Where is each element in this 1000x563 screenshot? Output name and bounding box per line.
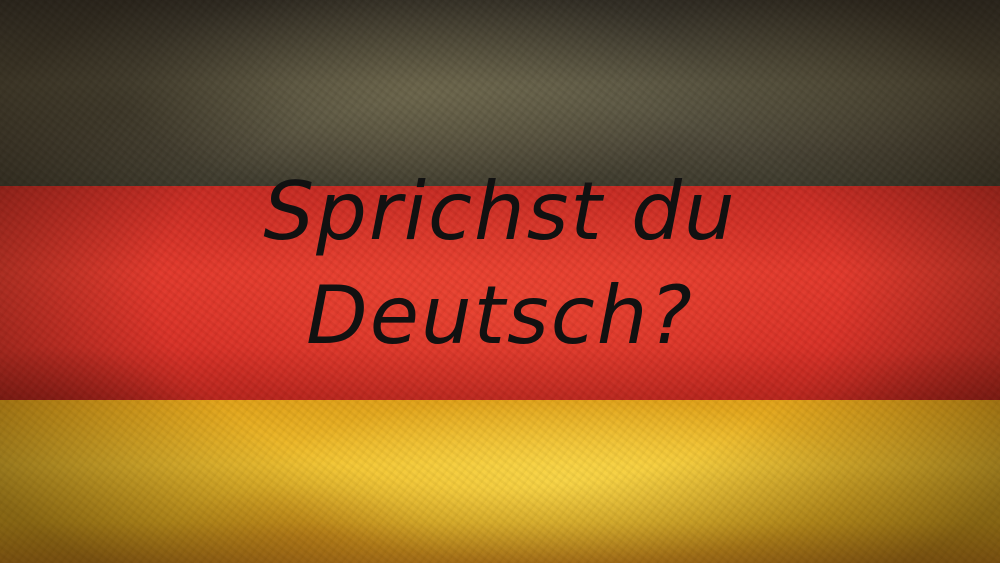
headline-line-2: Deutsch? <box>306 269 694 362</box>
headline: Sprichst du Deutsch? <box>0 160 1000 368</box>
flag-stripe-black <box>0 0 1000 186</box>
flag-background: Sprichst du Deutsch? <box>0 0 1000 563</box>
headline-line-1: Sprichst du <box>263 165 737 258</box>
flag-stripe-gold <box>0 400 1000 563</box>
